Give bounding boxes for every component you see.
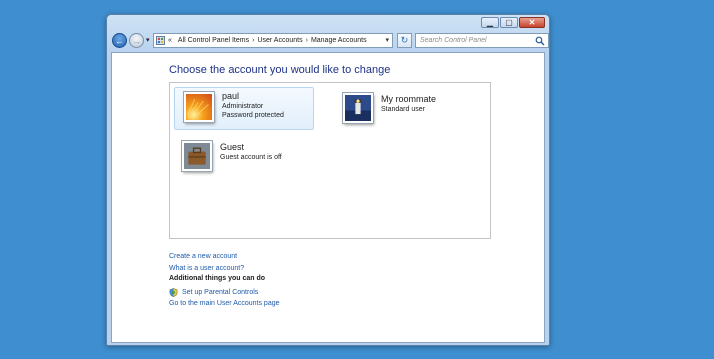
account-tile-my-roommate[interactable]: My roommate Standard user (343, 91, 483, 127)
create-account-link[interactable]: Create a new account (169, 253, 237, 260)
account-name: paul (222, 91, 240, 101)
minimize-button[interactable]: ▁ (481, 17, 499, 28)
back-button[interactable]: ← (112, 33, 127, 48)
recent-pages-dropdown[interactable]: ▾ (146, 36, 150, 44)
account-type: Administrator (222, 103, 264, 110)
breadcrumb-user-accounts[interactable]: User Accounts (257, 37, 302, 44)
search-icon[interactable] (535, 36, 545, 46)
account-status: Guest account is off (220, 154, 282, 161)
account-tile-guest[interactable]: Guest Guest account is off (182, 141, 322, 177)
breadcrumb-all-control-panel-items[interactable]: All Control Panel Items (178, 37, 249, 44)
control-panel-window: ▁ ▢ ✕ ← → ▾ « All Control Panel Items › … (106, 14, 550, 346)
account-type: Standard user (381, 106, 425, 113)
additional-heading: Additional things you can do (169, 275, 266, 282)
content-pane: Choose the account you would like to cha… (111, 52, 545, 343)
shield-icon (169, 288, 178, 297)
parental-controls-link[interactable]: Set up Parental Controls (169, 288, 258, 297)
briefcase-avatar-icon (182, 141, 212, 171)
account-tile-paul[interactable]: paul Administrator Password protected (174, 87, 314, 130)
window-controls: ▁ ▢ ✕ (480, 17, 545, 28)
lighthouse-avatar-icon (343, 93, 373, 123)
flower-avatar-icon (184, 92, 214, 122)
page-title: Choose the account you would like to cha… (169, 64, 391, 76)
breadcrumb-manage-accounts[interactable]: Manage Accounts (311, 37, 367, 44)
parental-controls-label[interactable]: Set up Parental Controls (182, 289, 258, 296)
close-button[interactable]: ✕ (519, 17, 545, 28)
account-list: paul Administrator Password protected My… (169, 82, 491, 239)
address-history-dropdown[interactable]: ▾ (385, 36, 389, 44)
breadcrumb-overflow[interactable]: « (168, 37, 172, 44)
refresh-button[interactable]: ↻ (397, 33, 412, 48)
maximize-button[interactable]: ▢ (500, 17, 518, 28)
navigation-bar: ← → ▾ « All Control Panel Items › User A… (111, 32, 549, 50)
account-name: Guest (220, 142, 245, 152)
forward-button[interactable]: → (129, 33, 144, 48)
address-bar[interactable]: « All Control Panel Items › User Account… (153, 33, 393, 48)
control-panel-icon (156, 36, 165, 45)
what-is-user-account-link[interactable]: What is a user account? (169, 265, 244, 272)
account-name: My roommate (381, 94, 437, 104)
account-status: Password protected (222, 112, 284, 119)
main-user-accounts-link[interactable]: Go to the main User Accounts page (169, 300, 280, 307)
search-placeholder: Search Control Panel (420, 37, 487, 44)
search-input[interactable]: Search Control Panel (415, 33, 549, 48)
breadcrumb-separator[interactable]: › (306, 37, 308, 44)
breadcrumb-separator[interactable]: › (252, 37, 254, 44)
